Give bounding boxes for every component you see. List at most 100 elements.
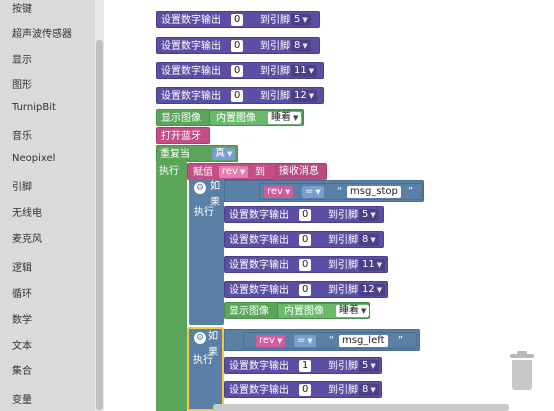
show-image-block[interactable]: 显示图像 内置图像 睡着 ▼ — [156, 109, 304, 126]
pin-dropdown[interactable]: 11 ▼ — [291, 65, 318, 77]
receive-message-label: 接收消息 — [279, 166, 319, 177]
set-digital-block[interactable]: 设置数字输出 0 到引脚 5 ▼ — [156, 11, 320, 28]
set-digital-label: 设置数字输出 — [229, 260, 289, 271]
execute-label: 执行 — [193, 355, 213, 366]
builtin-image-label: 内置图像 — [216, 113, 256, 124]
set-digital-label: 设置数字输出 — [229, 285, 289, 296]
pin-dropdown[interactable]: 11 ▼ — [359, 259, 386, 271]
message-field[interactable]: msg_stop — [347, 186, 401, 198]
value-field[interactable]: 0 — [231, 65, 244, 77]
category-buttons[interactable]: 按键 — [12, 0, 32, 15]
category-radio[interactable]: 无线电 — [12, 204, 42, 219]
category-variables[interactable]: 变量 — [12, 391, 32, 406]
quote-open: “ — [337, 186, 343, 197]
category-turnipbit[interactable]: TurnipBit — [12, 102, 56, 113]
builtin-image-label: 内置图像 — [284, 306, 324, 317]
set-digital-block[interactable]: 设置数字输出 0 到引脚 12 ▼ — [156, 87, 324, 104]
set-digital-label: 设置数字输出 — [229, 385, 289, 396]
value-field[interactable]: 0 — [231, 90, 244, 102]
builtin-image-block[interactable]: 内置图像 睡着 ▼ — [209, 110, 303, 126]
category-loops[interactable]: 循环 — [12, 285, 32, 300]
pin-dropdown[interactable]: 5 ▼ — [291, 14, 311, 26]
open-bluetooth-label: 打开蓝牙 — [161, 131, 201, 142]
gear-icon[interactable]: ⚙ — [194, 182, 206, 194]
set-digital-block[interactable]: 设置数字输出 0 到引脚 11 ▼ — [224, 256, 388, 273]
if-block-2[interactable]: ⚙ 如果 执行 — [187, 327, 224, 411]
set-digital-label: 设置数字输出 — [229, 235, 289, 246]
if-condition-row: rev ▼ = ▼ “ msg_left ” — [224, 329, 420, 351]
pin-dropdown[interactable]: 8 ▼ — [359, 234, 379, 246]
variable-dropdown[interactable]: rev ▼ — [264, 186, 294, 198]
true-dropdown[interactable]: 真 ▼ — [212, 148, 236, 160]
pin-dropdown[interactable]: 12 ▼ — [291, 90, 318, 102]
to-pin-label: 到引脚 — [260, 66, 290, 77]
category-display[interactable]: 显示 — [12, 51, 32, 66]
sidebar-scrollbar-thumb[interactable] — [96, 40, 103, 410]
execute-label: 执行 — [194, 207, 214, 218]
if-block-1[interactable]: ⚙ 如果 执行 — [189, 179, 224, 325]
compare-block[interactable]: rev ▼ = ▼ “ msg_left ” — [243, 332, 417, 349]
value-field[interactable]: 0 — [299, 209, 312, 221]
image-dropdown[interactable]: 睡着 ▼ — [268, 112, 302, 124]
builtin-image-block[interactable]: 内置图像 睡着 ▼ — [277, 303, 370, 319]
category-text[interactable]: 文本 — [12, 337, 32, 352]
message-field[interactable]: msg_left — [339, 335, 388, 347]
value-field[interactable]: 0 — [299, 259, 312, 271]
repeat-while-block[interactable]: 重复当 真 ▼ — [156, 145, 238, 162]
set-digital-block[interactable]: 设置数字输出 0 到引脚 5 ▼ — [224, 206, 384, 223]
set-digital-block[interactable]: 设置数字输出 0 到引脚 8 ▼ — [224, 381, 382, 398]
category-ultrasonic[interactable]: 超声波传感器 — [12, 25, 72, 40]
set-digital-block[interactable]: 设置数字输出 0 到引脚 8 ▼ — [224, 231, 384, 248]
to-label: 到 — [255, 167, 265, 178]
set-digital-block[interactable]: 设置数字输出 1 到引脚 5 ▼ — [224, 357, 382, 374]
value-field[interactable]: 0 — [299, 234, 312, 246]
category-collections[interactable]: 集合 — [12, 362, 32, 377]
trash-icon[interactable] — [508, 351, 536, 392]
value-field[interactable]: 0 — [299, 284, 312, 296]
value-field[interactable]: 0 — [231, 14, 244, 26]
repeat-body-bar: 执行 — [156, 161, 187, 411]
operator-dropdown[interactable]: = ▼ — [302, 186, 324, 198]
text-block[interactable]: “ msg_left ” — [326, 334, 410, 348]
pin-dropdown[interactable]: 5 ▼ — [359, 209, 379, 221]
compare-block[interactable]: rev ▼ = ▼ “ msg_stop ” — [259, 183, 423, 200]
variable-dropdown[interactable]: rev ▼ — [219, 166, 249, 178]
category-neopixel[interactable]: Neopixel — [12, 153, 55, 164]
category-logic[interactable]: 逻辑 — [12, 259, 32, 274]
set-digital-block[interactable]: 设置数字输出 0 到引脚 11 ▼ — [156, 62, 324, 79]
category-music[interactable]: 音乐 — [12, 127, 32, 142]
value-field[interactable]: 0 — [299, 384, 312, 396]
pin-dropdown[interactable]: 8 ▼ — [359, 384, 379, 396]
category-pins[interactable]: 引脚 — [12, 178, 32, 193]
show-image-label: 显示图像 — [161, 113, 201, 124]
to-pin-label: 到引脚 — [260, 41, 290, 52]
pin-dropdown[interactable]: 12 ▼ — [359, 284, 386, 296]
set-digital-label: 设置数字输出 — [229, 361, 289, 372]
quote-open: “ — [329, 335, 335, 346]
workspace-horizontal-scrollbar[interactable] — [213, 404, 509, 411]
to-pin-label: 到引脚 — [328, 235, 358, 246]
pin-dropdown[interactable]: 5 ▼ — [359, 360, 379, 372]
value-field[interactable]: 1 — [299, 360, 312, 372]
set-digital-block[interactable]: 设置数字输出 0 到引脚 12 ▼ — [224, 281, 388, 298]
show-image-block[interactable]: 显示图像 内置图像 睡着 ▼ — [224, 302, 370, 319]
gear-icon[interactable]: ⚙ — [194, 332, 206, 344]
text-block[interactable]: “ msg_stop ” — [334, 185, 420, 199]
block-workspace[interactable]: 设置数字输出 0 到引脚 5 ▼ 设置数字输出 0 到引脚 8 ▼ 设置数字输出 0… — [104, 0, 554, 411]
show-image-label: 显示图像 — [229, 306, 269, 317]
to-pin-label: 到引脚 — [260, 91, 290, 102]
pin-dropdown[interactable]: 8 ▼ — [291, 40, 311, 52]
set-digital-block[interactable]: 设置数字输出 0 到引脚 8 ▼ — [156, 37, 320, 54]
value-field[interactable]: 0 — [231, 40, 244, 52]
assign-variable-block[interactable]: 赋值 rev ▼ 到 接收消息 — [187, 163, 327, 180]
variable-dropdown[interactable]: rev ▼ — [256, 335, 286, 347]
set-digital-label: 设置数字输出 — [161, 66, 221, 77]
operator-dropdown[interactable]: = ▼ — [294, 335, 316, 347]
image-dropdown[interactable]: 睡着 ▼ — [336, 305, 370, 317]
receive-message-block[interactable]: 接收消息 — [274, 164, 326, 180]
open-bluetooth-block[interactable]: 打开蓝牙 — [156, 127, 210, 144]
category-math[interactable]: 数学 — [12, 311, 32, 326]
category-graphics[interactable]: 图形 — [12, 76, 32, 91]
category-microphone[interactable]: 麦克风 — [12, 230, 42, 245]
quote-close: ” — [398, 335, 404, 346]
